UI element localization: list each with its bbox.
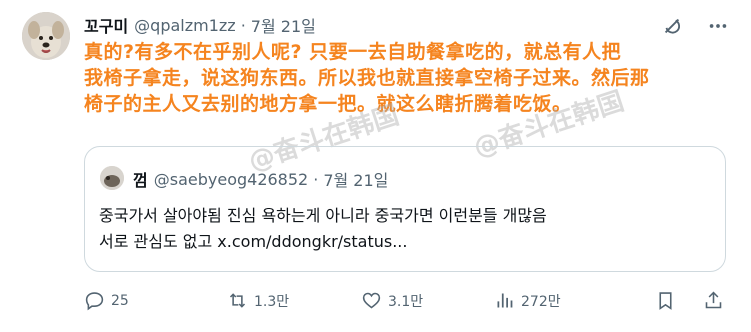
- tweet-text-line-2: 我椅子拿走，说这狗东西。所以我也就直接拿空椅子过来。然后那: [84, 67, 650, 89]
- quote-author-avatar[interactable]: [100, 166, 124, 190]
- quote-header-separator: ·: [313, 169, 319, 189]
- like-icon: [362, 292, 381, 309]
- bookmark-button[interactable]: [655, 290, 682, 311]
- quote-text-line-2[interactable]: 서로 관심도 없고 x.com/ddongkr/status...: [99, 229, 709, 255]
- like-button[interactable]: 3.1만: [361, 290, 423, 311]
- grok-icon[interactable]: [660, 14, 684, 38]
- tweet-date[interactable]: 7월 21일: [251, 13, 316, 37]
- reply-button[interactable]: 25: [84, 290, 129, 311]
- retweet-count: 1.3만: [254, 293, 290, 310]
- tweet-overlay-text: 真的?有多不在乎别人呢? 只要一去自助餐拿吃的，就总有人把 我椅子拿走，说这狗东…: [84, 40, 744, 118]
- tweet-actions: 25 1.3만 3.1만 272만: [84, 290, 734, 314]
- quote-header: 껌 @saebyeog426852 · 7월 21일: [133, 167, 388, 191]
- reply-count: 25: [111, 292, 129, 309]
- tweet-header: 꼬구미 @qpalzm1zz · 7월 21일: [84, 13, 316, 37]
- tweet-text-line-3: 椅子的主人又去别的地方拿一把。就这么瞎折腾着吃饭。: [84, 93, 572, 115]
- views-icon: [497, 293, 513, 308]
- tweet-text-line-1: 真的?有多不在乎别人呢? 只要一去自助餐拿吃的，就总有人把: [84, 41, 622, 63]
- quote-text: 중국가서 살아야됨 진심 욕하는게 아니라 중국가면 이런분들 개많음 서로 관…: [99, 203, 709, 255]
- bookmark-icon: [659, 292, 672, 310]
- more-icon[interactable]: [706, 14, 730, 38]
- share-button[interactable]: [703, 290, 730, 311]
- quote-text-line-1: 중국가서 살아야됨 진심 욕하는게 아니라 중국가면 이런분들 개많음: [99, 206, 547, 225]
- share-icon: [705, 291, 722, 309]
- view-count: 272만: [521, 293, 561, 310]
- author-handle[interactable]: @qpalzm1zz: [134, 16, 236, 35]
- reply-icon: [85, 292, 104, 311]
- retweet-button[interactable]: 1.3만: [227, 290, 289, 311]
- quote-author-handle[interactable]: @saebyeog426852: [154, 170, 308, 189]
- quote-author-name[interactable]: 껌: [133, 167, 148, 191]
- retweet-icon: [229, 293, 246, 308]
- author-name[interactable]: 꼬구미: [84, 13, 128, 37]
- like-count: 3.1만: [388, 293, 424, 310]
- views-button[interactable]: 272만: [494, 290, 561, 311]
- quote-date[interactable]: 7월 21일: [323, 167, 388, 191]
- header-separator: ·: [240, 15, 246, 35]
- author-avatar[interactable]: [22, 12, 70, 60]
- quote-tweet[interactable]: 껌 @saebyeog426852 · 7월 21일 중국가서 살아야됨 진심 …: [84, 146, 726, 272]
